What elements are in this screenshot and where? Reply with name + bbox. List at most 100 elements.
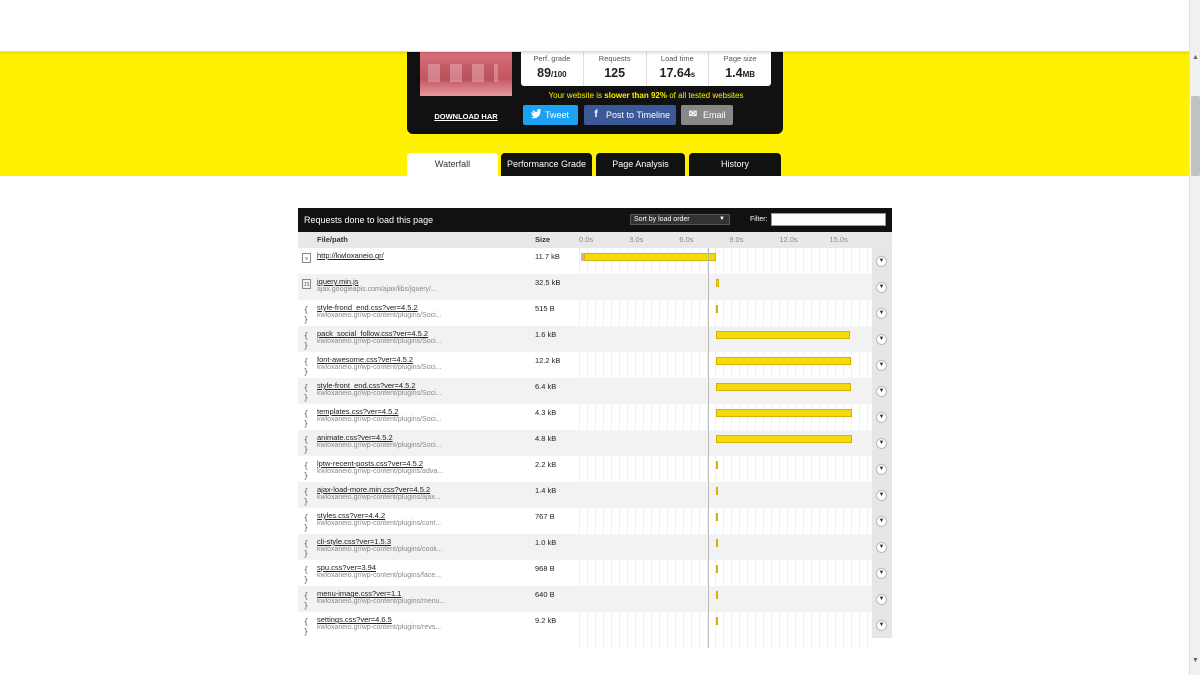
request-name-link[interactable]: style-front_end.css?ver=4.5.2	[317, 381, 416, 390]
tweet-button[interactable]: Tweet	[523, 105, 578, 125]
request-timing-bar[interactable]	[716, 357, 851, 365]
request-timing-bar[interactable]	[716, 305, 719, 313]
table-row[interactable]: { } animate.css?ver=4.5.2 kwloxaneio.gr/wp…	[298, 430, 892, 456]
request-name-link[interactable]: spu.css?ver=3.94	[317, 563, 376, 572]
comparison-suffix: of all tested websites	[666, 91, 744, 100]
table-row[interactable]: { } font-awesome.css?ver=4.5.2 kwloxaneio.…	[298, 352, 892, 378]
waterfall-panel: Requests done to load this page Sort by …	[298, 208, 892, 648]
request-name-link[interactable]: style-frond_end.css?ver=4.5.2	[317, 303, 418, 312]
chevron-down-icon[interactable]: ▼	[876, 386, 887, 397]
chevron-down-icon[interactable]: ▼	[876, 490, 887, 501]
css-file-icon: { }	[303, 383, 309, 402]
request-name-link[interactable]: jquery.min.js	[317, 277, 359, 286]
request-name-link[interactable]: cli-style.css?ver=1.5.3	[317, 537, 391, 546]
request-timing-bar[interactable]	[716, 461, 719, 469]
chevron-down-icon[interactable]: ▼	[876, 516, 887, 527]
tab-waterfall[interactable]: Waterfall	[407, 153, 498, 176]
chevron-down-icon[interactable]: ▼	[876, 360, 887, 371]
row-expand-cell: ▼	[872, 508, 892, 534]
request-timing-bar[interactable]	[716, 331, 850, 339]
sort-select[interactable]: Sort by load order ▼	[630, 214, 730, 225]
request-size: 767 B	[535, 512, 555, 521]
table-row[interactable]: { } templates.css?ver=4.5.2 kwloxaneio.gr/…	[298, 404, 892, 430]
table-row[interactable]: { } style-frond_end.css?ver=4.5.2 kwloxane…	[298, 300, 892, 326]
request-name-link[interactable]: font-awesome.css?ver=4.5.2	[317, 355, 413, 364]
scroll-down-icon[interactable]: ▼	[1190, 655, 1200, 667]
chevron-down-icon[interactable]: ▼	[876, 308, 887, 319]
table-row[interactable]: { } pack_social_follow.css?ver=4.5.2 kwlox…	[298, 326, 892, 352]
timeline-tick-label: 6.0s	[679, 235, 694, 244]
table-row[interactable]: ⁠≡ http://kwloxaneio.gr/11.7 kB ▼	[298, 248, 892, 274]
request-timing-bar[interactable]	[716, 565, 719, 573]
chevron-down-icon[interactable]: ▼	[876, 438, 887, 449]
request-timing-bar[interactable]	[716, 487, 719, 495]
request-timing-bar[interactable]	[716, 383, 851, 391]
tab-history[interactable]: History	[689, 153, 781, 176]
row-expand-cell: ▼	[872, 248, 892, 274]
waterfall-column-headers: File/path Size 0.0s 3.0s 6.0s 9.0s 12.0s 15.0…	[298, 232, 892, 248]
tab-performance-grade[interactable]: Performance Grade	[501, 153, 592, 176]
request-name-link[interactable]: ajax-load-more.min.css?ver=4.5.2	[317, 485, 430, 494]
chevron-down-icon[interactable]: ▼	[876, 256, 887, 267]
request-name-link[interactable]: settings.css?ver=4.6.5	[317, 615, 392, 624]
table-row[interactable]: { } spu.css?ver=3.94 kwloxaneio.gr/wp-cont…	[298, 560, 892, 586]
tab-page-analysis[interactable]: Page Analysis	[596, 153, 685, 176]
envelope-icon: ✉	[688, 109, 698, 120]
request-timing-bar[interactable]	[716, 539, 719, 547]
twitter-bird-icon	[529, 105, 541, 133]
css-file-icon: { }	[303, 539, 309, 558]
metric-value: 89	[537, 66, 552, 80]
scroll-up-icon[interactable]: ▲	[1190, 52, 1200, 64]
table-row[interactable]: JS jquery.min.js ajax.googleapis.com/ajax/…	[298, 274, 892, 300]
table-row[interactable]: { } settings.css?ver=4.6.5 kwloxaneio.gr/w…	[298, 612, 892, 638]
request-timing-bar[interactable]	[583, 253, 717, 261]
page-scrollbar[interactable]: ▲ ▼	[1189, 0, 1200, 675]
chevron-down-icon[interactable]: ▼	[876, 412, 887, 423]
filter-input[interactable]	[771, 213, 886, 226]
request-name-link[interactable]: pack_social_follow.css?ver=4.5.2	[317, 329, 428, 338]
site-screenshot-thumbnail[interactable]	[420, 52, 512, 96]
post-to-timeline-button[interactable]: f Post to Timeline	[584, 105, 676, 125]
chevron-down-icon[interactable]: ▼	[876, 620, 887, 631]
request-size: 11.7 kB	[535, 252, 560, 261]
email-button[interactable]: ✉ Email	[681, 105, 733, 125]
request-timing-bar[interactable]	[716, 435, 852, 443]
row-expand-cell: ▼	[872, 300, 892, 326]
request-timing-bar[interactable]	[716, 591, 719, 599]
table-row[interactable]: { } menu-image.css?ver=1.1 kwloxaneio.gr/w…	[298, 586, 892, 612]
comparison-message: Your website is slower than 92% of all t…	[521, 91, 771, 100]
request-timing-bar[interactable]	[716, 279, 719, 287]
request-name-link[interactable]: http://kwloxaneio.gr/	[317, 251, 384, 260]
table-row[interactable]: { } ajax-load-more.min.css?ver=4.5.2 kwlox…	[298, 482, 892, 508]
chevron-down-icon[interactable]: ▼	[876, 594, 887, 605]
request-path: kwloxaneio.gr/wp-content/plugins/Soci...	[317, 442, 442, 449]
css-file-icon: { }	[303, 591, 309, 610]
table-row[interactable]: { } style-front_end.css?ver=4.5.2 kwloxane…	[298, 378, 892, 404]
request-name-link[interactable]: templates.css?ver=4.5.2	[317, 407, 399, 416]
table-row[interactable]: { } cli-style.css?ver=1.5.3 kwloxaneio.gr/…	[298, 534, 892, 560]
chevron-down-icon[interactable]: ▼	[876, 334, 887, 345]
table-row[interactable]: { } styles.css?ver=4.4.2 kwloxaneio.gr/wp-…	[298, 508, 892, 534]
request-path: kwloxaneio.gr/wp-content/plugins/adva...	[317, 468, 444, 475]
request-name-link[interactable]: styles.css?ver=4.4.2	[317, 511, 385, 520]
request-timing-bar[interactable]	[716, 513, 719, 521]
metric-requests: Requests 125	[584, 52, 647, 86]
column-size: Size	[535, 235, 551, 244]
request-name-link[interactable]: animate.css?ver=4.5.2	[317, 433, 393, 442]
css-file-icon: { }	[303, 513, 309, 532]
scroll-thumb[interactable]	[1191, 96, 1200, 176]
table-row[interactable]: { } lptw-recent-posts.css?ver=4.5.2 kwloxa…	[298, 456, 892, 482]
chevron-down-icon[interactable]: ▼	[876, 542, 887, 553]
request-path: kwloxaneio.gr/wp-content/plugins/Soci...	[317, 364, 442, 371]
css-file-icon: { }	[303, 331, 309, 350]
sort-select-value: Sort by load order	[634, 216, 690, 223]
row-expand-cell: ▼	[872, 586, 892, 612]
request-name-link[interactable]: lptw-recent-posts.css?ver=4.5.2	[317, 459, 423, 468]
request-timing-bar[interactable]	[716, 409, 852, 417]
download-har-link[interactable]: DOWNLOAD HAR	[420, 110, 512, 124]
chevron-down-icon[interactable]: ▼	[876, 568, 887, 579]
chevron-down-icon[interactable]: ▼	[876, 282, 887, 293]
request-timing-bar[interactable]	[716, 617, 719, 625]
request-name-link[interactable]: menu-image.css?ver=1.1	[317, 589, 401, 598]
chevron-down-icon[interactable]: ▼	[876, 464, 887, 475]
